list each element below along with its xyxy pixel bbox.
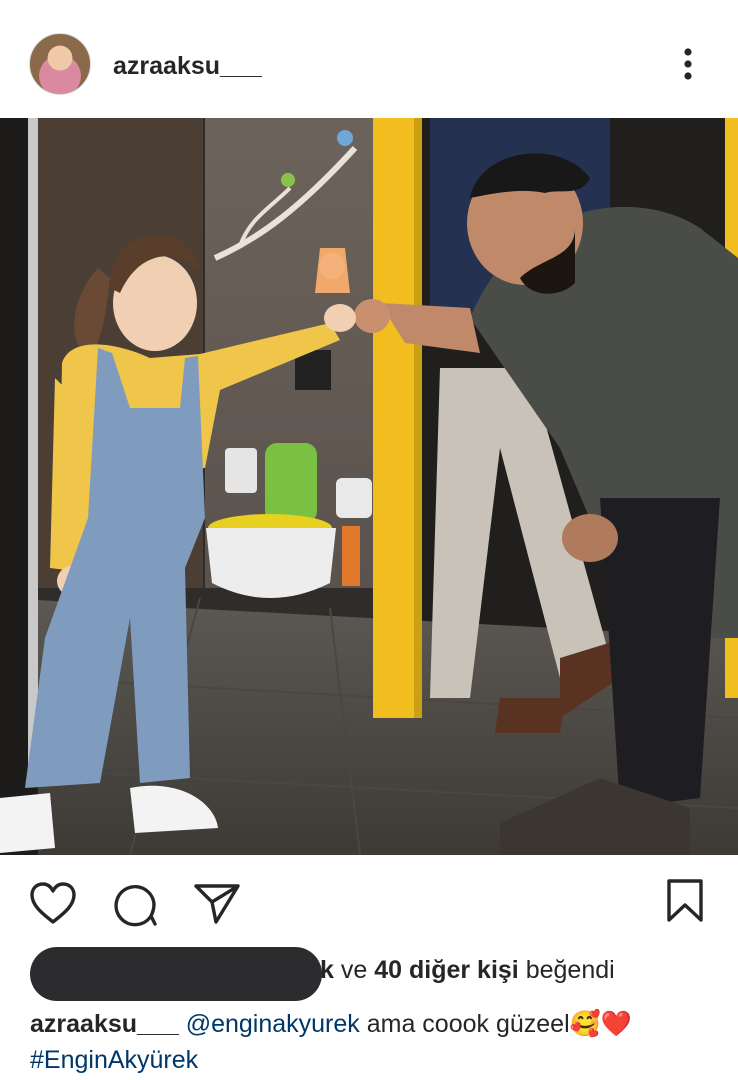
- caption-mention[interactable]: @enginakyurek: [186, 1010, 360, 1038]
- likes-name-fragment: k: [320, 956, 334, 984]
- likes-verb: beğendi: [525, 956, 615, 984]
- comment-icon[interactable]: [111, 880, 159, 933]
- redaction-bar: [30, 947, 322, 1001]
- post-photo[interactable]: [0, 118, 738, 855]
- header-username[interactable]: azraaksu___: [113, 52, 262, 81]
- likes-connector: ve: [340, 956, 368, 984]
- caption-hashtag[interactable]: #EnginAkyürek: [30, 1046, 198, 1074]
- heart-icon[interactable]: [28, 880, 78, 931]
- bookmark-icon[interactable]: [664, 878, 706, 929]
- caption-text: ama coook güzeel🥰❤️: [359, 1010, 632, 1038]
- avatar[interactable]: [29, 33, 91, 95]
- share-icon[interactable]: [192, 880, 242, 931]
- caption-username[interactable]: azraaksu___: [30, 1010, 179, 1038]
- post-header: azraaksu___: [0, 0, 738, 118]
- post-caption: azraaksu___ @enginakyurek ama coook güze…: [30, 1006, 720, 1078]
- action-bar: [0, 870, 738, 940]
- likes-count[interactable]: 40 diğer kişi: [374, 956, 519, 984]
- more-vertical-icon[interactable]: [672, 44, 704, 84]
